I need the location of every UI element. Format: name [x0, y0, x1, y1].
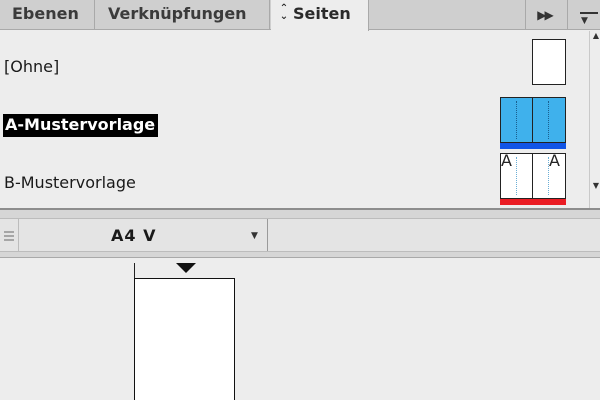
triangle-down-icon [176, 263, 196, 273]
spread-left-page [501, 98, 533, 142]
page-size-toolbar: A4 V ▼ [0, 218, 600, 252]
master-item-label: [Ohne] [4, 57, 60, 76]
master-item-label: B-Mustervorlage [4, 173, 136, 192]
document-pages-area [0, 259, 600, 400]
master-item-label: A-Mustervorlage [3, 114, 159, 137]
margin-guide [516, 157, 517, 195]
margin-guide [548, 101, 549, 139]
panel-divider[interactable]: A4 V ▼ [0, 208, 600, 258]
up-down-arrows-icon: ⌃ ⌄ [279, 2, 289, 22]
spread-right-page: A [533, 151, 565, 198]
panel-tab-bar: Ebenen Verknüpfungen ⌃ ⌄ Seiten ▶▶ ▼ [0, 0, 600, 31]
page-size-dropdown[interactable]: A4 V ▼ [18, 219, 268, 251]
spread-left-page: A [501, 151, 533, 198]
panel-menu-button[interactable]: ▼ [567, 0, 600, 30]
scroll-down-icon[interactable]: ▼ [591, 181, 600, 190]
master-color-bar-a [500, 143, 566, 149]
margin-guide [516, 101, 517, 139]
double-chevron-right-icon: ▶▶ [537, 8, 554, 22]
page-prefix-letter: A [501, 151, 512, 170]
tab-verknuepfungen[interactable]: Verknüpfungen [96, 0, 270, 30]
tab-ebenen-label: Ebenen [12, 4, 79, 23]
scroll-up-icon[interactable]: ▲ [591, 31, 600, 40]
master-item-none[interactable]: [Ohne] [0, 39, 588, 95]
tab-verknuepfungen-label: Verknüpfungen [108, 4, 247, 23]
page-prefix-letter: A [549, 151, 560, 170]
tab-seiten-label: Seiten [293, 4, 351, 23]
collapse-panel-button[interactable]: ▶▶ [525, 0, 563, 30]
chevron-down-icon: ▼ [251, 231, 258, 241]
master-thumbnail-a[interactable] [500, 97, 566, 143]
master-list-scrollbar[interactable]: ▲ ▼ [589, 31, 600, 208]
master-item-b[interactable]: B-Mustervorlage A A [0, 153, 588, 209]
page-size-value: A4 V [111, 226, 157, 245]
tab-seiten[interactable]: ⌃ ⌄ Seiten [271, 0, 369, 31]
spread-spine [134, 263, 135, 279]
master-thumbnail-b[interactable]: A A [500, 153, 566, 199]
page-thumbnail[interactable] [134, 278, 235, 400]
master-pages-list: [Ohne] A-Mustervorlage B-Mustervorlage A… [0, 31, 600, 208]
margin-guide [548, 157, 549, 195]
master-thumbnail-none[interactable] [532, 39, 566, 85]
master-item-a[interactable]: A-Mustervorlage [0, 97, 588, 153]
tab-ebenen[interactable]: Ebenen [0, 0, 95, 30]
master-color-bar-b [500, 199, 566, 205]
grip-icon[interactable] [4, 231, 14, 243]
spread-right-page [533, 98, 565, 142]
